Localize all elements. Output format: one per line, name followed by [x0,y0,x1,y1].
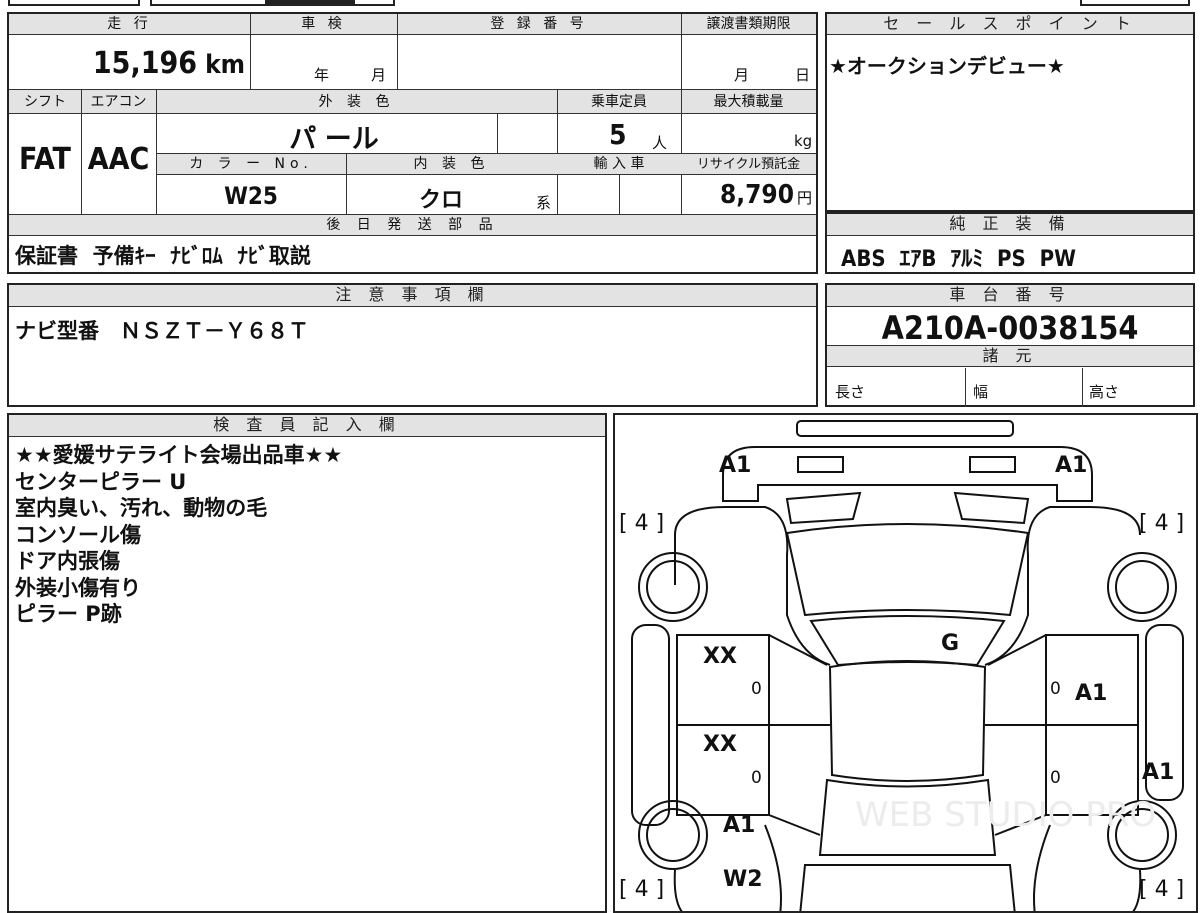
shift-label: シフト [24,94,66,110]
interior-value: クロ [418,188,463,213]
genuine-value: ABS ｴｱB ｱﾙﾐ PS PW [841,247,1076,272]
mark-door-rr-zero: 0 [1050,768,1061,788]
genuine-label: 純 正 装 備 [827,214,1193,236]
transfer-month: 月 [734,66,750,84]
interior-label: 内 装 色 [413,156,490,172]
recycle-value: 8,790 円 [719,180,812,210]
transfer-day: 日 [795,66,811,84]
mark-door-fr: A1 [1075,681,1108,706]
chassis-label: 車 台 番 号 [827,285,1193,307]
notes-text: ナビ型番 ＮＳＺＴ－Ｙ６８Ｔ [15,319,309,343]
mark-front-right: A1 [1055,453,1088,478]
notes-box: 注 意 事 項 欄 ナビ型番 ＮＳＺＴ－Ｙ６８Ｔ [7,283,818,407]
import-label: 輸 入 車 [593,156,645,172]
mark-door-rl: XX [703,732,737,757]
mark-door-fl: XX [703,644,737,669]
inspector-line: 外装小傷有り [15,575,141,600]
genuine-box: 純 正 装 備 ABS ｴｱB ｱﾙﾐ PS PW [825,212,1195,274]
inspector-line: ドア内張傷 [15,549,120,573]
sales-point-text: ★オークションデビュー★ [829,54,1065,78]
spec-width: 幅 [973,383,989,401]
mark-front-left: A1 [719,453,752,478]
mark-tire-fl: [ 4 ] [619,511,665,536]
diagram-watermark: WEB STUDIO PRO [855,795,1157,835]
mileage-value: 15,196 km [92,46,245,81]
inspector-box: 検 査 員 記 入 欄 ★★愛媛サテライト会場出品車★★ センターピラー U 室… [7,413,607,913]
inspector-lines: ★★愛媛サテライト会場出品車★★ センターピラー U 室内臭い、汚れ、動物の毛 … [15,442,595,628]
mark-door-rl-zero: 0 [751,768,762,788]
capacity-label: 乗車定員 [591,94,647,110]
mark-rear-left-w: W2 [723,867,763,892]
inspector-line: ★★愛媛サテライト会場出品車★★ [15,443,343,467]
transfer-label: 譲渡書類期限 [706,16,791,32]
mark-rear-left-a: A1 [723,813,756,838]
color-no-label: カ ラ ー No. [189,156,313,172]
top-strip [0,0,1200,8]
max-load-unit: kg [794,132,813,150]
inspector-line: 室内臭い、汚れ、動物の毛 [15,496,268,520]
mark-roof: G [941,631,960,656]
registration-label: 登 録 番 号 [490,16,588,32]
max-load-label: 最大積載量 [713,94,784,110]
shift-value: FAT [19,142,71,177]
sales-point-box: セ ー ル ス ポ イ ン ト ★オークションデビュー★ [825,12,1195,212]
inspection-month: 月 [371,66,387,84]
mark-side-right: A1 [1142,760,1175,785]
recycle-label: リサイクル預託金 [696,157,801,172]
later-parts-label: 後 日 発 送 部 品 [9,215,816,236]
later-parts-value: 保証書 予備ｷｰ ﾅﾋﾞﾛﾑ ﾅﾋﾞ取説 [15,244,311,268]
inspector-line: センターピラー U [15,469,187,494]
aircon-value: AAC [87,142,150,177]
mark-tire-fr: [ 4 ] [1139,511,1185,536]
inspector-line: ピラー P跡 [15,602,122,626]
spec-table: 走 行 車 検 登 録 番 号 譲渡書類期限 15,196 km 年 月 月 日 … [7,12,818,274]
inspection-year: 年 [314,66,330,84]
car-diagram: WEB STUDIO PRO A1 A1 [ 4 ] [ 4 ] G XX 0 … [613,413,1198,913]
chassis-box: 車 台 番 号 A210A-0038154 諸 元 長さ 幅 高さ [825,283,1195,407]
mark-tire-rr: [ 4 ] [1139,877,1185,902]
specs-label: 諸 元 [827,345,1193,367]
mark-door-fl-zero: 0 [751,679,762,699]
color-no-value: W25 [224,182,278,210]
capacity-value: 5 [609,118,627,151]
spec-length: 長さ [835,383,866,401]
exterior-value: パ ール [289,124,379,155]
inspector-line: コンソール傷 [15,522,141,547]
inspection-label: 車 検 [301,16,346,32]
interior-suffix: 系 [536,194,552,212]
capacity-unit: 人 [652,134,668,152]
spec-height: 高さ [1089,383,1120,401]
aircon-label: エアコン [90,94,147,110]
notes-label: 注 意 事 項 欄 [9,285,816,307]
sales-point-label: セ ー ル ス ポ イ ン ト [827,14,1193,35]
chassis-value: A210A-0038154 [881,309,1139,347]
exterior-label: 外 装 色 [318,94,395,110]
mark-door-fr-zero: 0 [1050,679,1061,699]
mileage-label: 走 行 [107,16,152,32]
mark-tire-rl: [ 4 ] [619,877,665,902]
inspector-label: 検 査 員 記 入 欄 [9,415,605,437]
